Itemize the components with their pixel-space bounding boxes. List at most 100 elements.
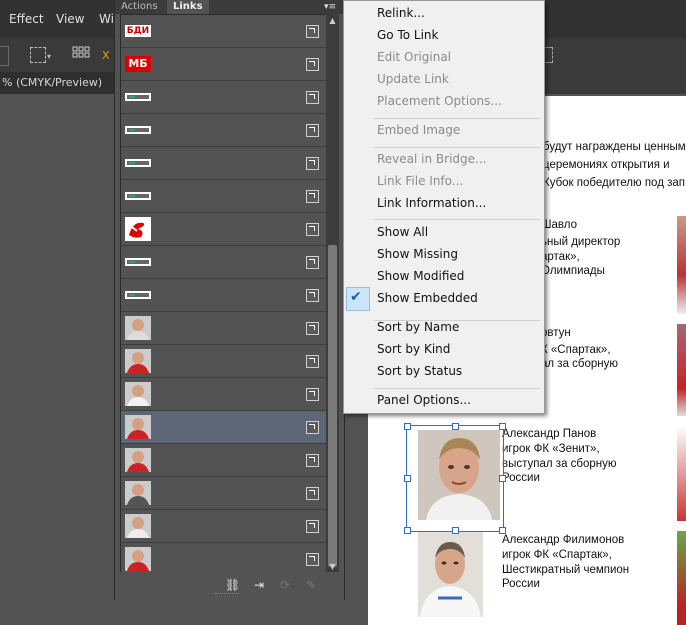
logo-mb-text: МБ bbox=[125, 56, 151, 72]
tab-links[interactable]: Links bbox=[167, 0, 209, 14]
relink-icon[interactable]: ⛓ bbox=[225, 578, 240, 592]
link-thumbnail bbox=[125, 283, 151, 307]
link-row[interactable]: МБ bbox=[121, 48, 327, 81]
dropdown-stub[interactable] bbox=[0, 46, 9, 66]
menu-item-link-information[interactable]: Link Information... bbox=[377, 196, 486, 210]
menu-item-relink[interactable]: Relink... bbox=[377, 6, 425, 20]
link-thumbnail bbox=[125, 415, 151, 439]
menu-item-go-to-link[interactable]: Go To Link bbox=[377, 28, 438, 42]
menu-view[interactable]: View bbox=[56, 12, 84, 26]
link-row[interactable] bbox=[121, 312, 327, 345]
document-tab-bar bbox=[543, 72, 686, 94]
scroll-up-icon[interactable]: ▲ bbox=[328, 16, 337, 26]
canvas-area-left bbox=[0, 94, 114, 625]
scroll-down-icon[interactable]: ▼ bbox=[328, 562, 337, 572]
link-thumbnail bbox=[125, 118, 151, 142]
menu-item-show-embedded[interactable]: Show Embedded bbox=[377, 291, 478, 305]
edit-original-icon[interactable]: ✎ bbox=[304, 578, 318, 592]
checkmark-icon: ✔ bbox=[350, 289, 362, 305]
menu-item-show-missing[interactable]: Show Missing bbox=[377, 247, 458, 261]
photo-edge-3 bbox=[677, 426, 686, 521]
intro-line-3: Кубок победителю под зап bbox=[543, 177, 685, 189]
link-row[interactable] bbox=[121, 180, 327, 213]
link-row[interactable]: БДИ bbox=[121, 15, 327, 48]
chevron-down-icon[interactable]: ▾ bbox=[47, 52, 51, 61]
link-row[interactable] bbox=[121, 345, 327, 378]
x-coordinate-label: X bbox=[102, 49, 110, 62]
menu-item-sort-by-kind[interactable]: Sort by Kind bbox=[377, 342, 450, 356]
linked-file-icon bbox=[306, 487, 319, 500]
logo-bdi-text: БДИ bbox=[125, 25, 151, 37]
panel-resize-grip[interactable] bbox=[215, 593, 239, 597]
intro-line-1: будут награждены ценным bbox=[543, 141, 686, 153]
linked-file-icon bbox=[306, 421, 319, 434]
person-3-line-2: игрок ФК «Зенит», bbox=[502, 443, 600, 455]
person-2-line-1: овтун bbox=[541, 327, 571, 339]
linked-file-icon bbox=[306, 223, 319, 236]
menu-item-panel-options[interactable]: Panel Options... bbox=[377, 393, 471, 407]
resize-handle[interactable] bbox=[404, 475, 411, 482]
link-row[interactable] bbox=[121, 477, 327, 510]
person-1-line-3: артак», bbox=[541, 251, 580, 263]
link-row[interactable] bbox=[121, 279, 327, 312]
menu-window[interactable]: Wi bbox=[99, 12, 114, 26]
menu-item-reveal-in-bridge: Reveal in Bridge... bbox=[377, 152, 487, 166]
link-row[interactable] bbox=[121, 444, 327, 477]
link-thumbnail bbox=[125, 514, 151, 538]
linked-file-icon bbox=[306, 256, 319, 269]
link-row[interactable] bbox=[121, 543, 327, 573]
transform-icon[interactable] bbox=[30, 47, 46, 63]
menu-item-show-modified[interactable]: Show Modified bbox=[377, 269, 464, 283]
resize-handle[interactable] bbox=[452, 527, 459, 534]
link-thumbnail bbox=[125, 250, 151, 274]
link-row[interactable] bbox=[121, 114, 327, 147]
person-3-line-4: России bbox=[502, 472, 540, 484]
link-row[interactable] bbox=[121, 246, 327, 279]
link-thumbnail: МБ bbox=[125, 52, 151, 76]
update-link-icon[interactable]: ⟳ bbox=[278, 578, 292, 592]
scrollbar-thumb[interactable] bbox=[328, 245, 337, 567]
photo-filimonov[interactable] bbox=[418, 532, 483, 617]
menu-item-sort-by-name[interactable]: Sort by Name bbox=[377, 320, 459, 334]
link-thumbnail bbox=[125, 184, 151, 208]
menu-effect[interactable]: Effect bbox=[9, 12, 44, 26]
link-row[interactable] bbox=[121, 81, 327, 114]
link-thumbnail bbox=[125, 547, 151, 571]
link-row[interactable] bbox=[121, 411, 327, 444]
link-thumbnail bbox=[125, 448, 151, 472]
tab-actions[interactable]: Actions bbox=[115, 0, 164, 14]
menu-separator bbox=[374, 388, 540, 389]
menu-item-show-all[interactable]: Show All bbox=[377, 225, 428, 239]
resize-handle[interactable] bbox=[499, 475, 506, 482]
photo-edge-1 bbox=[677, 216, 686, 314]
links-list: БДИ МБ bbox=[120, 14, 328, 574]
intro-line-2: церемониях открытия и bbox=[543, 159, 670, 171]
linked-file-icon bbox=[306, 553, 319, 566]
link-row[interactable] bbox=[121, 378, 327, 411]
goto-link-icon[interactable]: ⇥ bbox=[252, 578, 266, 592]
resize-handle[interactable] bbox=[499, 423, 506, 430]
person-1-line-1: Шавло bbox=[541, 219, 578, 231]
resize-handle[interactable] bbox=[499, 527, 506, 534]
person-4-line-3: Шестикратный чемпион bbox=[502, 564, 630, 576]
align-grid-icon[interactable] bbox=[72, 46, 90, 62]
linked-file-icon bbox=[306, 91, 319, 104]
resize-handle[interactable] bbox=[404, 423, 411, 430]
resize-handle[interactable] bbox=[404, 527, 411, 534]
link-row[interactable] bbox=[121, 213, 327, 246]
linked-file-icon bbox=[306, 25, 319, 38]
links-panel-flyout-menu: ✔ Relink... Go To Link Edit Original Update… bbox=[343, 0, 545, 414]
linked-file-icon bbox=[306, 58, 319, 71]
link-row[interactable] bbox=[121, 147, 327, 180]
menu-item-sort-by-status[interactable]: Sort by Status bbox=[377, 364, 462, 378]
panel-menu-icon[interactable]: ▾≡ bbox=[323, 1, 337, 13]
menu-item-placement-options: Placement Options... bbox=[377, 94, 502, 108]
menu-separator bbox=[374, 320, 540, 321]
selection-bounding-box[interactable] bbox=[404, 423, 506, 534]
link-row[interactable] bbox=[121, 510, 327, 543]
document-tab[interactable]: % (CMYK/Preview) bbox=[0, 72, 114, 94]
resize-handle[interactable] bbox=[452, 423, 459, 430]
link-thumbnail bbox=[125, 481, 151, 505]
person-4-line-2: игрок ФК «Спартак», bbox=[502, 549, 612, 561]
person-3-line-1: Александр Панов bbox=[502, 428, 597, 440]
